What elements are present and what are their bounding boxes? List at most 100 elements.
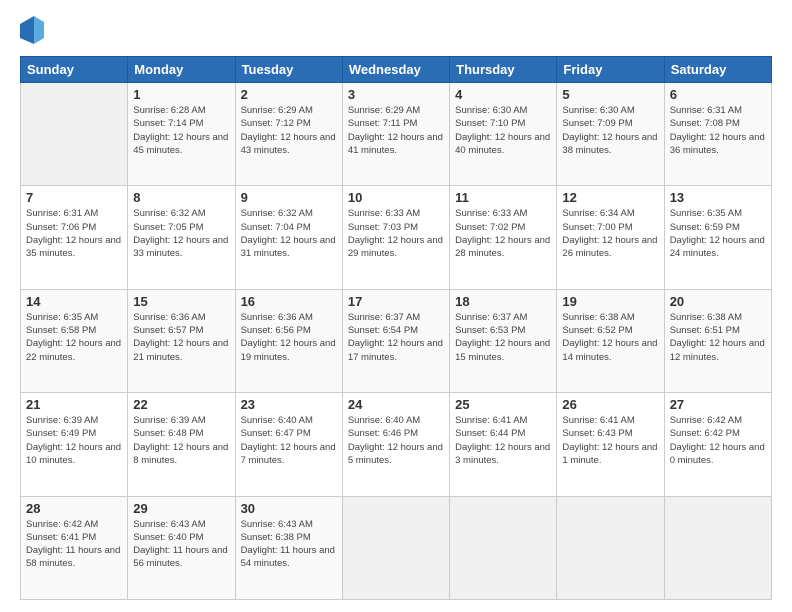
day-info: Sunrise: 6:36 AM Sunset: 6:57 PM Dayligh… (133, 311, 229, 364)
day-info: Sunrise: 6:29 AM Sunset: 7:11 PM Dayligh… (348, 104, 444, 157)
day-number: 13 (670, 190, 766, 205)
day-cell: 27 Sunrise: 6:42 AM Sunset: 6:42 PM Dayli… (664, 393, 771, 496)
day-cell (450, 496, 557, 599)
day-cell: 4 Sunrise: 6:30 AM Sunset: 7:10 PM Daylig… (450, 83, 557, 186)
day-number: 18 (455, 294, 551, 309)
day-info: Sunrise: 6:38 AM Sunset: 6:51 PM Dayligh… (670, 311, 766, 364)
day-info: Sunrise: 6:35 AM Sunset: 6:59 PM Dayligh… (670, 207, 766, 260)
day-cell: 16Sunrise: 6:36 AM Sunset: 6:56 PM Dayli… (235, 289, 342, 392)
day-info: Sunrise: 6:39 AM Sunset: 6:48 PM Dayligh… (133, 414, 229, 467)
day-info: Sunrise: 6:40 AM Sunset: 6:46 PM Dayligh… (348, 414, 444, 467)
day-cell: 21Sunrise: 6:39 AM Sunset: 6:49 PM Dayli… (21, 393, 128, 496)
week-row-1: 1 Sunrise: 6:28 AM Sunset: 7:14 PM Daylig… (21, 83, 772, 186)
day-number: 11 (455, 190, 551, 205)
day-cell: 24 Sunrise: 6:40 AM Sunset: 6:46 PM Dayli… (342, 393, 449, 496)
day-number: 25 (455, 397, 551, 412)
day-info: Sunrise: 6:29 AM Sunset: 7:12 PM Dayligh… (241, 104, 337, 157)
day-info: Sunrise: 6:41 AM Sunset: 6:44 PM Dayligh… (455, 414, 551, 467)
day-info: Sunrise: 6:42 AM Sunset: 6:41 PM Dayligh… (26, 518, 122, 571)
day-number: 5 (562, 87, 658, 102)
day-info: Sunrise: 6:38 AM Sunset: 6:52 PM Dayligh… (562, 311, 658, 364)
day-number: 14 (26, 294, 122, 309)
day-cell: 8 Sunrise: 6:32 AM Sunset: 7:05 PM Daylig… (128, 186, 235, 289)
day-number: 26 (562, 397, 658, 412)
day-info: Sunrise: 6:39 AM Sunset: 6:49 PM Dayligh… (26, 414, 122, 467)
day-info: Sunrise: 6:37 AM Sunset: 6:53 PM Dayligh… (455, 311, 551, 364)
day-cell: 20 Sunrise: 6:38 AM Sunset: 6:51 PM Dayli… (664, 289, 771, 392)
day-number: 3 (348, 87, 444, 102)
day-info: Sunrise: 6:30 AM Sunset: 7:09 PM Dayligh… (562, 104, 658, 157)
day-cell (664, 496, 771, 599)
week-row-4: 21Sunrise: 6:39 AM Sunset: 6:49 PM Dayli… (21, 393, 772, 496)
day-info: Sunrise: 6:33 AM Sunset: 7:02 PM Dayligh… (455, 207, 551, 260)
calendar-header: SundayMondayTuesdayWednesdayThursdayFrid… (21, 57, 772, 83)
day-info: Sunrise: 6:41 AM Sunset: 6:43 PM Dayligh… (562, 414, 658, 467)
day-cell: 2 Sunrise: 6:29 AM Sunset: 7:12 PM Daylig… (235, 83, 342, 186)
day-info: Sunrise: 6:31 AM Sunset: 7:08 PM Dayligh… (670, 104, 766, 157)
day-cell (342, 496, 449, 599)
weekday-header-monday: Monday (128, 57, 235, 83)
logo (20, 16, 48, 46)
day-cell: 26 Sunrise: 6:41 AM Sunset: 6:43 PM Dayli… (557, 393, 664, 496)
day-number: 9 (241, 190, 337, 205)
day-info: Sunrise: 6:36 AM Sunset: 6:56 PM Dayligh… (241, 311, 337, 364)
day-number: 27 (670, 397, 766, 412)
day-number: 28 (26, 501, 122, 516)
day-number: 1 (133, 87, 229, 102)
day-cell: 14 Sunrise: 6:35 AM Sunset: 6:58 PM Dayli… (21, 289, 128, 392)
day-number: 4 (455, 87, 551, 102)
day-cell: 30 Sunrise: 6:43 AM Sunset: 6:38 PM Dayli… (235, 496, 342, 599)
day-cell: 18 Sunrise: 6:37 AM Sunset: 6:53 PM Dayli… (450, 289, 557, 392)
day-info: Sunrise: 6:32 AM Sunset: 7:05 PM Dayligh… (133, 207, 229, 260)
day-number: 12 (562, 190, 658, 205)
day-info: Sunrise: 6:28 AM Sunset: 7:14 PM Dayligh… (133, 104, 229, 157)
day-info: Sunrise: 6:42 AM Sunset: 6:42 PM Dayligh… (670, 414, 766, 467)
day-number: 7 (26, 190, 122, 205)
weekday-header-tuesday: Tuesday (235, 57, 342, 83)
day-cell: 11 Sunrise: 6:33 AM Sunset: 7:02 PM Dayli… (450, 186, 557, 289)
day-info: Sunrise: 6:34 AM Sunset: 7:00 PM Dayligh… (562, 207, 658, 260)
week-row-3: 14 Sunrise: 6:35 AM Sunset: 6:58 PM Dayli… (21, 289, 772, 392)
day-number: 29 (133, 501, 229, 516)
calendar-table: SundayMondayTuesdayWednesdayThursdayFrid… (20, 56, 772, 600)
day-cell: 1 Sunrise: 6:28 AM Sunset: 7:14 PM Daylig… (128, 83, 235, 186)
logo-icon (20, 16, 44, 46)
day-cell: 13 Sunrise: 6:35 AM Sunset: 6:59 PM Dayli… (664, 186, 771, 289)
weekday-header-sunday: Sunday (21, 57, 128, 83)
week-row-2: 7 Sunrise: 6:31 AM Sunset: 7:06 PM Daylig… (21, 186, 772, 289)
weekday-header-saturday: Saturday (664, 57, 771, 83)
day-cell: 22 Sunrise: 6:39 AM Sunset: 6:48 PM Dayli… (128, 393, 235, 496)
day-info: Sunrise: 6:43 AM Sunset: 6:38 PM Dayligh… (241, 518, 337, 571)
day-cell: 6 Sunrise: 6:31 AM Sunset: 7:08 PM Daylig… (664, 83, 771, 186)
day-info: Sunrise: 6:31 AM Sunset: 7:06 PM Dayligh… (26, 207, 122, 260)
day-cell: 7 Sunrise: 6:31 AM Sunset: 7:06 PM Daylig… (21, 186, 128, 289)
day-number: 30 (241, 501, 337, 516)
day-info: Sunrise: 6:33 AM Sunset: 7:03 PM Dayligh… (348, 207, 444, 260)
day-info: Sunrise: 6:30 AM Sunset: 7:10 PM Dayligh… (455, 104, 551, 157)
day-number: 22 (133, 397, 229, 412)
weekday-header-thursday: Thursday (450, 57, 557, 83)
day-cell: 5 Sunrise: 6:30 AM Sunset: 7:09 PM Daylig… (557, 83, 664, 186)
day-number: 2 (241, 87, 337, 102)
day-number: 6 (670, 87, 766, 102)
day-info: Sunrise: 6:35 AM Sunset: 6:58 PM Dayligh… (26, 311, 122, 364)
day-cell: 25 Sunrise: 6:41 AM Sunset: 6:44 PM Dayli… (450, 393, 557, 496)
day-number: 19 (562, 294, 658, 309)
day-cell: 10Sunrise: 6:33 AM Sunset: 7:03 PM Dayli… (342, 186, 449, 289)
day-cell (21, 83, 128, 186)
day-number: 24 (348, 397, 444, 412)
day-cell: 29Sunrise: 6:43 AM Sunset: 6:40 PM Dayli… (128, 496, 235, 599)
day-cell: 9 Sunrise: 6:32 AM Sunset: 7:04 PM Daylig… (235, 186, 342, 289)
week-row-5: 28 Sunrise: 6:42 AM Sunset: 6:41 PM Dayli… (21, 496, 772, 599)
day-number: 8 (133, 190, 229, 205)
day-info: Sunrise: 6:40 AM Sunset: 6:47 PM Dayligh… (241, 414, 337, 467)
day-cell: 3 Sunrise: 6:29 AM Sunset: 7:11 PM Daylig… (342, 83, 449, 186)
day-cell: 12 Sunrise: 6:34 AM Sunset: 7:00 PM Dayli… (557, 186, 664, 289)
day-number: 17 (348, 294, 444, 309)
day-info: Sunrise: 6:32 AM Sunset: 7:04 PM Dayligh… (241, 207, 337, 260)
day-number: 20 (670, 294, 766, 309)
day-cell: 15Sunrise: 6:36 AM Sunset: 6:57 PM Dayli… (128, 289, 235, 392)
weekday-header-friday: Friday (557, 57, 664, 83)
header (20, 16, 772, 46)
day-cell: 23Sunrise: 6:40 AM Sunset: 6:47 PM Dayli… (235, 393, 342, 496)
